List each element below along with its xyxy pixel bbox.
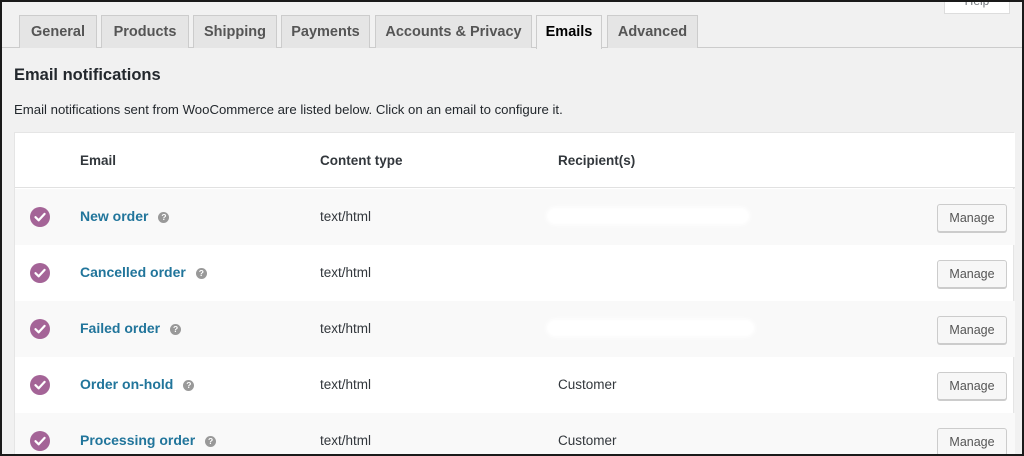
table-row: Cancelled order? text/html Manage xyxy=(15,245,1015,301)
email-link-failed-order[interactable]: Failed order? xyxy=(80,320,182,336)
content-type: text/html xyxy=(320,433,372,448)
tab-advanced[interactable]: Advanced xyxy=(607,15,698,48)
content-type: text/html xyxy=(320,265,372,280)
table-row: Processing order? text/html Customer Man… xyxy=(15,413,1015,454)
tab-general[interactable]: General xyxy=(19,15,97,48)
question-icon[interactable]: ? xyxy=(183,380,195,391)
tab-shipping[interactable]: Shipping xyxy=(193,15,277,48)
manage-button[interactable]: Manage xyxy=(937,428,1007,454)
redacted-recipient xyxy=(548,209,748,223)
email-link-new-order[interactable]: New order? xyxy=(80,208,170,224)
email-name: Processing order xyxy=(80,432,196,448)
settings-page: Help General Products Shipping Payments … xyxy=(0,0,1024,456)
question-icon[interactable]: ? xyxy=(170,324,182,335)
email-link-processing-order[interactable]: Processing order? xyxy=(80,432,217,448)
tab-payments[interactable]: Payments xyxy=(281,15,370,48)
email-name: Cancelled order xyxy=(80,264,186,280)
page-title: Email notifications xyxy=(14,66,161,84)
tab-accounts-privacy[interactable]: Accounts & Privacy xyxy=(375,15,532,48)
email-name: Failed order xyxy=(80,320,161,336)
tab-emails[interactable]: Emails xyxy=(536,15,602,49)
column-header-recipients: Recipient(s) xyxy=(558,153,636,168)
table-header: Email Content type Recipient(s) xyxy=(15,133,1015,188)
question-icon[interactable]: ? xyxy=(195,268,207,279)
email-notifications-table: Email Content type Recipient(s) New orde… xyxy=(14,132,1015,454)
content-type: text/html xyxy=(320,377,372,392)
checkmark-circle-icon xyxy=(30,431,50,451)
table-row: Failed order? text/html Manage xyxy=(15,301,1015,357)
question-icon[interactable]: ? xyxy=(158,212,170,223)
settings-tabs: General Products Shipping Payments Accou… xyxy=(2,2,1022,49)
email-name: New order xyxy=(80,208,149,224)
checkmark-circle-icon xyxy=(30,207,50,227)
manage-button[interactable]: Manage xyxy=(937,372,1007,400)
content-type: text/html xyxy=(320,209,372,224)
column-header-content-type: Content type xyxy=(320,153,403,168)
manage-button[interactable]: Manage xyxy=(937,204,1007,232)
email-name: Order on-hold xyxy=(80,376,174,392)
checkmark-circle-icon xyxy=(30,375,50,395)
checkmark-circle-icon xyxy=(30,319,50,339)
content-type: text/html xyxy=(320,321,372,336)
table-row: New order? text/html Manage xyxy=(15,189,1015,245)
email-link-order-on-hold[interactable]: Order on-hold? xyxy=(80,376,195,392)
recipient: Customer xyxy=(558,377,617,392)
checkmark-circle-icon xyxy=(30,263,50,283)
question-icon[interactable]: ? xyxy=(205,436,217,447)
table-row: Order on-hold? text/html Customer Manage xyxy=(15,357,1015,413)
column-header-email: Email xyxy=(80,153,117,168)
redacted-recipient xyxy=(548,321,753,335)
recipient: Customer xyxy=(558,433,617,448)
manage-button[interactable]: Manage xyxy=(937,260,1007,288)
email-link-cancelled-order[interactable]: Cancelled order? xyxy=(80,264,207,280)
tab-products[interactable]: Products xyxy=(101,15,189,48)
section-description: Email notifications sent from WooCommerc… xyxy=(14,102,563,117)
manage-button[interactable]: Manage xyxy=(937,316,1007,344)
